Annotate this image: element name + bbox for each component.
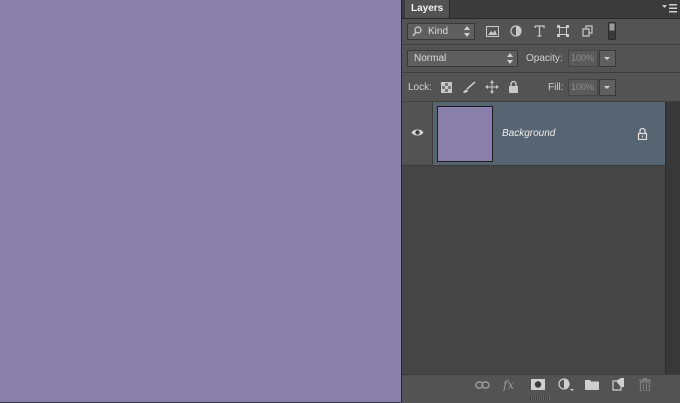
type-filter-icon[interactable]: [534, 25, 545, 37]
updown-arrows-icon: [464, 26, 470, 37]
lock-transparent-pixels-icon[interactable]: [441, 82, 452, 93]
trash-icon[interactable]: [639, 378, 651, 391]
blend-mode-select[interactable]: Normal: [407, 50, 518, 67]
lock-icon: [637, 127, 648, 140]
filter-toggle-switch[interactable]: [608, 22, 616, 40]
eye-icon: [411, 129, 424, 136]
link-layers-icon[interactable]: [475, 380, 490, 390]
filter-kind-select[interactable]: Kind: [407, 23, 475, 40]
lock-label: Lock:: [408, 82, 432, 93]
lock-image-pixels-icon[interactable]: [462, 81, 476, 94]
lock-all-icon[interactable]: [508, 80, 519, 93]
adjustment-filter-icon[interactable]: [510, 25, 522, 37]
fill-dropdown-button[interactable]: [599, 79, 616, 96]
lock-row: Lock: Fill: 100%: [402, 73, 680, 102]
document-canvas[interactable]: [0, 0, 401, 402]
fill-field[interactable]: 100%: [568, 79, 598, 96]
opacity-label: Opacity:: [526, 53, 563, 64]
chevron-down-icon: [604, 57, 610, 60]
opacity-field[interactable]: 100%: [568, 50, 598, 67]
lock-position-icon[interactable]: [485, 80, 499, 94]
panel-menu-icon[interactable]: [662, 3, 678, 14]
layers-list: Background: [402, 102, 665, 374]
layer-thumbnail: [437, 106, 493, 162]
smart-object-filter-icon[interactable]: [582, 25, 593, 37]
new-layer-icon[interactable]: [612, 378, 625, 391]
layer-name[interactable]: Background: [502, 128, 555, 139]
panel-tab-bar: Layers: [402, 0, 680, 19]
new-group-icon[interactable]: [585, 379, 599, 390]
layers-scrollbar[interactable]: [665, 102, 680, 374]
opacity-dropdown-button[interactable]: [599, 50, 616, 67]
updown-arrows-icon: [507, 53, 513, 64]
layer-row[interactable]: Background: [402, 102, 665, 166]
tab-layers[interactable]: Layers: [405, 0, 451, 18]
fx-icon[interactable]: fx: [503, 378, 517, 391]
search-icon: [412, 26, 422, 37]
visibility-toggle[interactable]: [402, 102, 433, 165]
filter-kind-label: Kind: [428, 26, 449, 37]
chevron-down-icon: [604, 86, 610, 89]
add-mask-icon[interactable]: [531, 379, 545, 390]
resize-grip[interactable]: [530, 396, 550, 400]
blend-mode-value: Normal: [414, 53, 447, 64]
blend-row: Normal Opacity: 100%: [402, 45, 680, 73]
panel-footer: fx: [402, 374, 680, 403]
shape-filter-icon[interactable]: [557, 25, 569, 37]
layers-panel: Layers Kind Normal Opacity: 100% Lock: F…: [401, 0, 680, 403]
pixel-filter-icon[interactable]: [486, 26, 499, 37]
filter-row: Kind: [402, 19, 680, 45]
fill-label: Fill:: [548, 82, 564, 93]
adjustment-layer-icon[interactable]: [558, 378, 574, 392]
svg-text:fx: fx: [503, 378, 514, 391]
